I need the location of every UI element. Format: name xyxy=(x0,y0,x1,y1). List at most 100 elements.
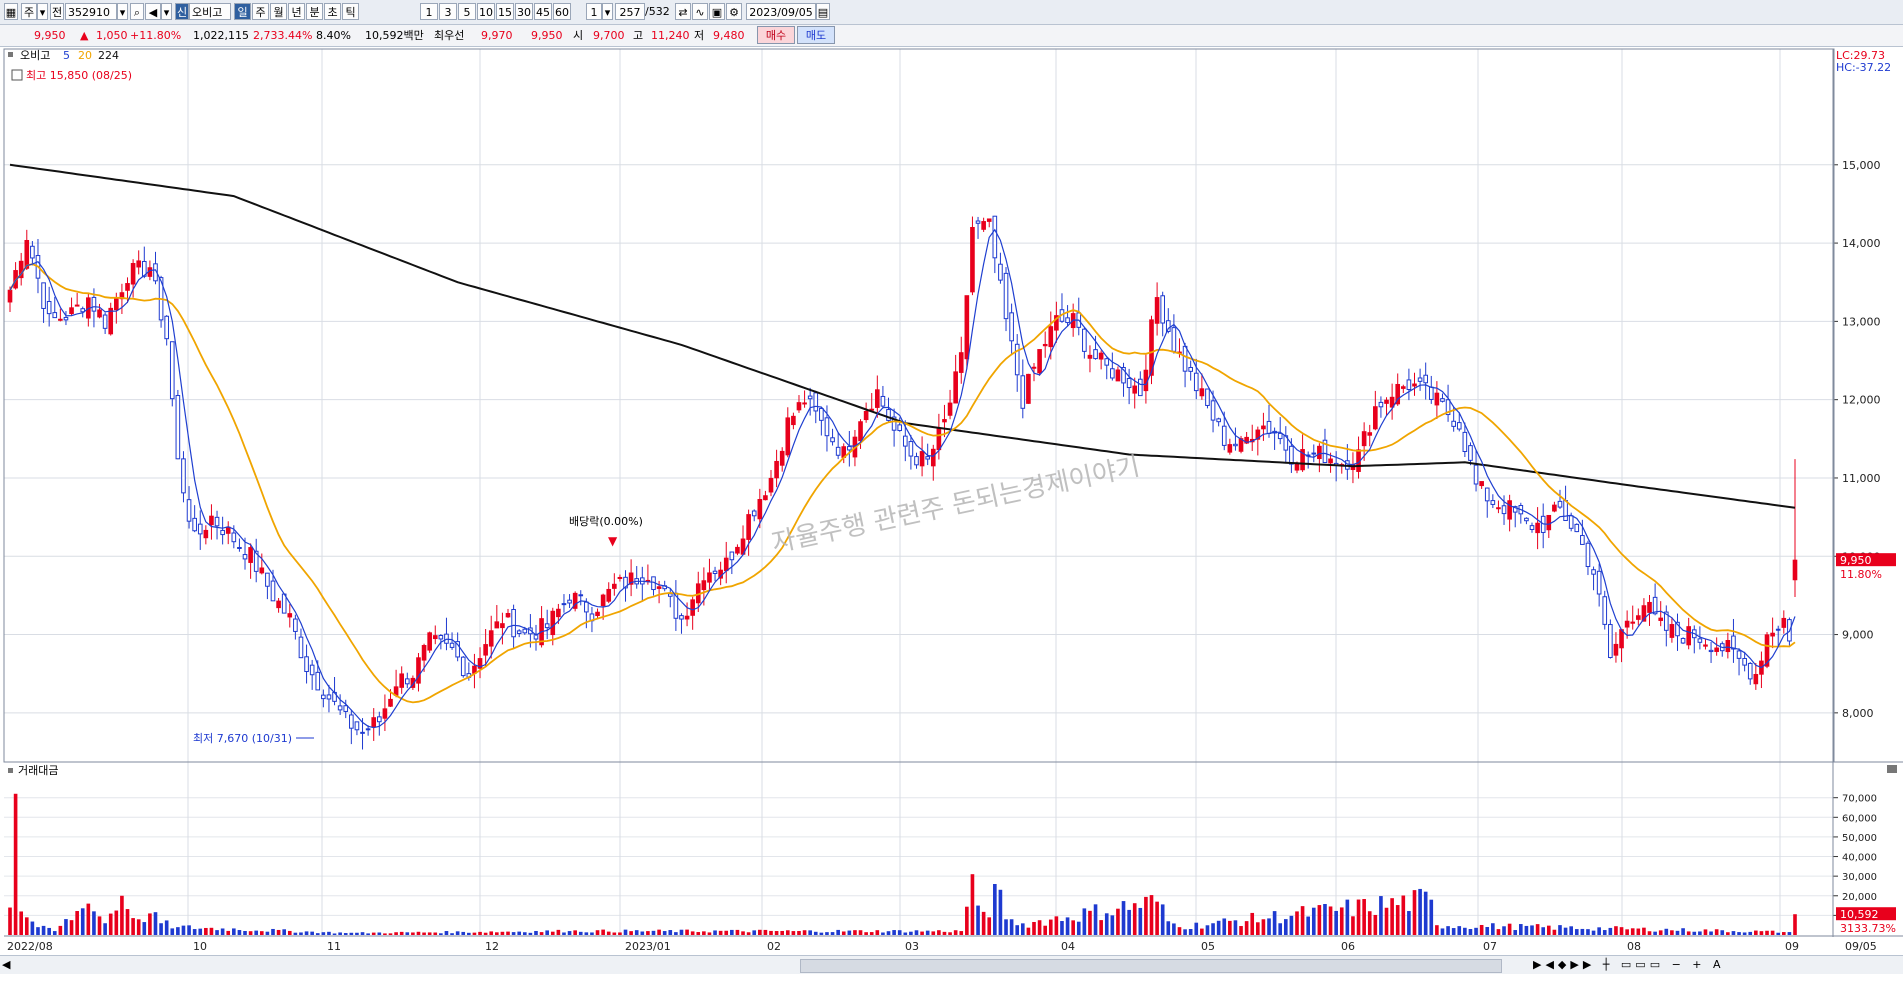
chevron-down-icon[interactable]: ▾ xyxy=(602,3,613,20)
volume-bar xyxy=(1278,923,1283,935)
volume-bar xyxy=(1395,905,1400,935)
interval-tab-1[interactable]: 3 xyxy=(439,3,457,20)
x-tick-label-8: 05 xyxy=(1201,940,1215,953)
candle-body xyxy=(1714,647,1719,652)
volume-bar xyxy=(215,930,219,935)
candle-body xyxy=(500,623,505,629)
candle-body xyxy=(930,448,936,467)
volume-bar xyxy=(685,929,689,935)
candle-body xyxy=(556,608,561,618)
volume-bar xyxy=(1116,908,1120,935)
candle-body xyxy=(1708,649,1714,653)
volume-bar xyxy=(1754,930,1758,935)
speaker-icon[interactable]: ◀ xyxy=(145,3,161,20)
link-icon[interactable]: ⇄ xyxy=(675,3,691,20)
volume-bar xyxy=(1714,929,1719,935)
candle-body xyxy=(1624,620,1630,628)
high-note: 최고 15,850 (08/25) xyxy=(26,69,132,82)
grid-icon[interactable]: ▦ xyxy=(4,3,18,20)
volume-bar xyxy=(439,933,443,935)
unit-input[interactable]: 1 xyxy=(586,3,602,20)
volume-bar xyxy=(623,929,628,935)
volume-bar xyxy=(897,930,902,935)
volume-bar xyxy=(1642,927,1646,935)
stock-chart[interactable]: 15,00014,00013,00012,00011,00010,0009,00… xyxy=(0,47,1903,955)
market-select[interactable]: 주 xyxy=(21,3,37,20)
period-tab-4[interactable]: 분 xyxy=(306,3,323,20)
gear-icon[interactable]: ⚙ xyxy=(726,3,742,20)
period-tab-6[interactable]: 틱 xyxy=(342,3,359,20)
scroll-controls-icon[interactable]: ▶◀◆▶▶ ┼ ▭▭▭ − + A xyxy=(1533,958,1725,971)
volume-bar xyxy=(1362,899,1366,935)
interval-tab-4[interactable]: 15 xyxy=(496,3,514,20)
scroll-left-icon[interactable]: ◀ xyxy=(2,958,10,971)
legend-ma224: 224 xyxy=(98,49,119,62)
period-tab-5[interactable]: 초 xyxy=(324,3,341,20)
candle-body xyxy=(404,678,410,685)
search-icon[interactable]: ⌕ xyxy=(130,3,144,20)
interval-tab-7[interactable]: 60 xyxy=(553,3,571,20)
candle-body xyxy=(1747,662,1753,680)
scroll-thumb[interactable] xyxy=(800,959,1502,973)
volume-bar xyxy=(511,932,516,935)
volume-ratio: 2,733.44% xyxy=(253,29,313,42)
volume-bar xyxy=(355,932,359,935)
candle-body xyxy=(1311,452,1317,455)
period-tab-3[interactable]: 년 xyxy=(288,3,305,20)
candle-body xyxy=(74,304,80,307)
period-tab-2[interactable]: 월 xyxy=(270,3,287,20)
interval-tab-5[interactable]: 30 xyxy=(515,3,533,20)
candle-body xyxy=(1658,617,1664,621)
volume-bar xyxy=(1110,915,1115,935)
chevron-down-icon[interactable]: ▾ xyxy=(117,3,128,20)
volume-bar xyxy=(114,910,119,935)
chevron-down-icon[interactable]: ▾ xyxy=(37,3,48,20)
calendar-icon[interactable]: ▤ xyxy=(816,3,830,20)
volume-bar xyxy=(1491,923,1495,935)
interval-tab-2[interactable]: 5 xyxy=(458,3,476,20)
volume-bar xyxy=(668,930,673,935)
code-input[interactable]: 352910 xyxy=(65,3,117,20)
chevron-down-icon[interactable]: ▾ xyxy=(161,3,172,20)
interval-tab-3[interactable]: 10 xyxy=(477,3,495,20)
volume-bar xyxy=(1485,926,1490,935)
sell-button[interactable]: 매도 xyxy=(797,26,835,44)
time-scrollbar[interactable]: ◀ ▶◀◆▶▶ ┼ ▭▭▭ − + A xyxy=(0,955,1903,974)
volume-bar xyxy=(1787,932,1792,935)
candle-body xyxy=(1003,272,1009,320)
volume-bar xyxy=(981,911,986,935)
volume-bar xyxy=(735,929,740,935)
volume-bar xyxy=(1222,918,1227,935)
candle-body xyxy=(1686,626,1691,646)
stock-name[interactable]: 오비고 xyxy=(189,3,231,20)
interval-tab-0[interactable]: 1 xyxy=(420,3,438,20)
all-button[interactable]: 전 xyxy=(50,3,64,20)
candle-body xyxy=(46,300,52,315)
volume-bar xyxy=(371,932,376,935)
volume-bar xyxy=(299,932,303,935)
volume-bar xyxy=(1513,930,1518,935)
date-input[interactable]: 2023/09/05 xyxy=(746,3,816,20)
trend-icon[interactable]: ∿ xyxy=(692,3,708,20)
candle-body xyxy=(287,613,293,618)
count-input[interactable]: 257 xyxy=(615,3,645,20)
x-tick-label-1: 10 xyxy=(193,940,207,953)
candle-body xyxy=(1468,445,1473,461)
candle-body xyxy=(511,609,516,638)
volume-bar xyxy=(1703,929,1708,935)
buy-button[interactable]: 매수 xyxy=(757,26,795,44)
volume-bar xyxy=(1345,899,1350,935)
volume-bar xyxy=(690,931,695,935)
period-tab-1[interactable]: 주 xyxy=(252,3,269,20)
x-tick-label-6: 03 xyxy=(905,940,919,953)
save-icon[interactable]: ▣ xyxy=(709,3,725,20)
volume-bar xyxy=(1149,895,1154,935)
period-tab-0[interactable]: 일 xyxy=(234,3,251,20)
volume-bar xyxy=(489,931,494,935)
volume-bar xyxy=(813,931,818,935)
candle-body xyxy=(1289,445,1294,465)
volume-bar xyxy=(1127,909,1131,935)
interval-tab-6[interactable]: 45 xyxy=(534,3,552,20)
candle-body xyxy=(1591,569,1596,575)
candle-body xyxy=(981,221,986,230)
